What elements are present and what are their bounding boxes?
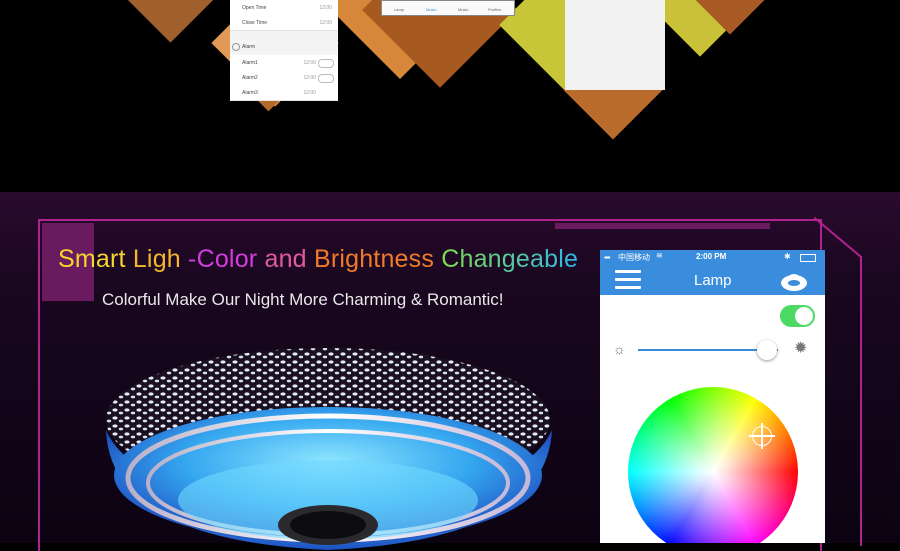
crosshair-icon[interactable]: [749, 423, 775, 449]
headline-word: Smart: [58, 245, 126, 273]
headline: Smart Ligh -Color and Brightness Changea…: [58, 245, 578, 274]
blank-screen: [565, 0, 665, 90]
time-label: 2:00 PM: [696, 252, 727, 261]
alarm-label: Alarm1: [242, 60, 258, 66]
tab-bar-screen: Lamp Music Music Profiles: [381, 0, 515, 16]
schedule-label: Open Time: [242, 5, 267, 11]
brightness-slider-thumb[interactable]: [756, 340, 777, 360]
power-toggle[interactable]: [780, 305, 815, 327]
diamond-decoration: [110, 0, 231, 43]
status-bar: ▪▪▪ 中国移动 ≋ 2:00 PM ✱: [600, 250, 825, 265]
signal-icon: ▪▪▪: [604, 253, 610, 262]
frame-border: [860, 256, 862, 546]
tab-lamp[interactable]: Lamp: [394, 7, 404, 12]
speaker-grille: [290, 511, 366, 539]
alarm-value: 12:00: [303, 75, 316, 81]
alarm-value: 12:00: [303, 60, 316, 66]
schedule-row[interactable]: Close Time 12:00: [230, 15, 338, 31]
alarm-label: Alarm3: [242, 90, 258, 96]
color-wheel[interactable]: [628, 387, 798, 543]
schedule-value: 12:00: [319, 20, 332, 26]
headline-word: Brightness: [306, 245, 435, 273]
alarm-header-icon: [232, 43, 240, 51]
headline-word: Ligh: [125, 245, 181, 273]
nav-bar: Lamp: [600, 265, 825, 295]
subheadline: Colorful Make Our Night More Charming & …: [102, 290, 504, 309]
frame-accent: [555, 223, 770, 229]
alarm-row[interactable]: Alarm2 12:00: [230, 70, 338, 86]
carrier-label: 中国移动: [618, 253, 650, 262]
phone-screen: ▪▪▪ 中国移动 ≋ 2:00 PM ✱ Lamp ☼ ✹: [600, 250, 825, 543]
headline-word: -Color: [180, 245, 258, 273]
tab-music[interactable]: Music: [426, 7, 436, 12]
bluetooth-icon: ✱: [784, 252, 791, 261]
ceiling-lamp-image: [106, 348, 552, 550]
tab-profiles[interactable]: Profiles: [488, 7, 501, 12]
alarm-row[interactable]: Alarm3 12:00: [230, 85, 338, 101]
speaker-lamp-icon[interactable]: [777, 267, 811, 293]
tab-music-2[interactable]: Music: [458, 7, 468, 12]
schedule-row[interactable]: Open Time 12:00: [230, 0, 338, 16]
battery-icon: [800, 254, 816, 262]
sun-bright-icon: ✹: [794, 340, 808, 357]
top-banner: Open Time 12:00 Close Time 12:00 Alarm A…: [0, 0, 900, 192]
alarm-label: Alarm2: [242, 75, 258, 81]
alarm-row[interactable]: Alarm1 12:00: [230, 55, 338, 71]
wifi-icon: ≋: [656, 251, 663, 260]
headline-word: and: [257, 245, 307, 273]
alarm-header: Alarm: [230, 40, 338, 54]
alarm-header-label: Alarm: [242, 44, 256, 50]
alarm-toggle[interactable]: [318, 59, 334, 68]
page-title: Lamp: [694, 272, 732, 289]
menu-icon[interactable]: [600, 265, 650, 295]
schedule-screen: Open Time 12:00 Close Time 12:00 Alarm A…: [230, 0, 338, 101]
toggle-knob: [795, 307, 813, 325]
schedule-value: 12:00: [319, 5, 332, 11]
alarm-value: 12:00: [303, 90, 316, 96]
sun-dim-icon: ☼: [613, 341, 626, 357]
headline-word-last: Changeable: [441, 245, 579, 273]
schedule-label: Close Time: [242, 20, 268, 26]
alarm-toggle[interactable]: [318, 74, 334, 83]
